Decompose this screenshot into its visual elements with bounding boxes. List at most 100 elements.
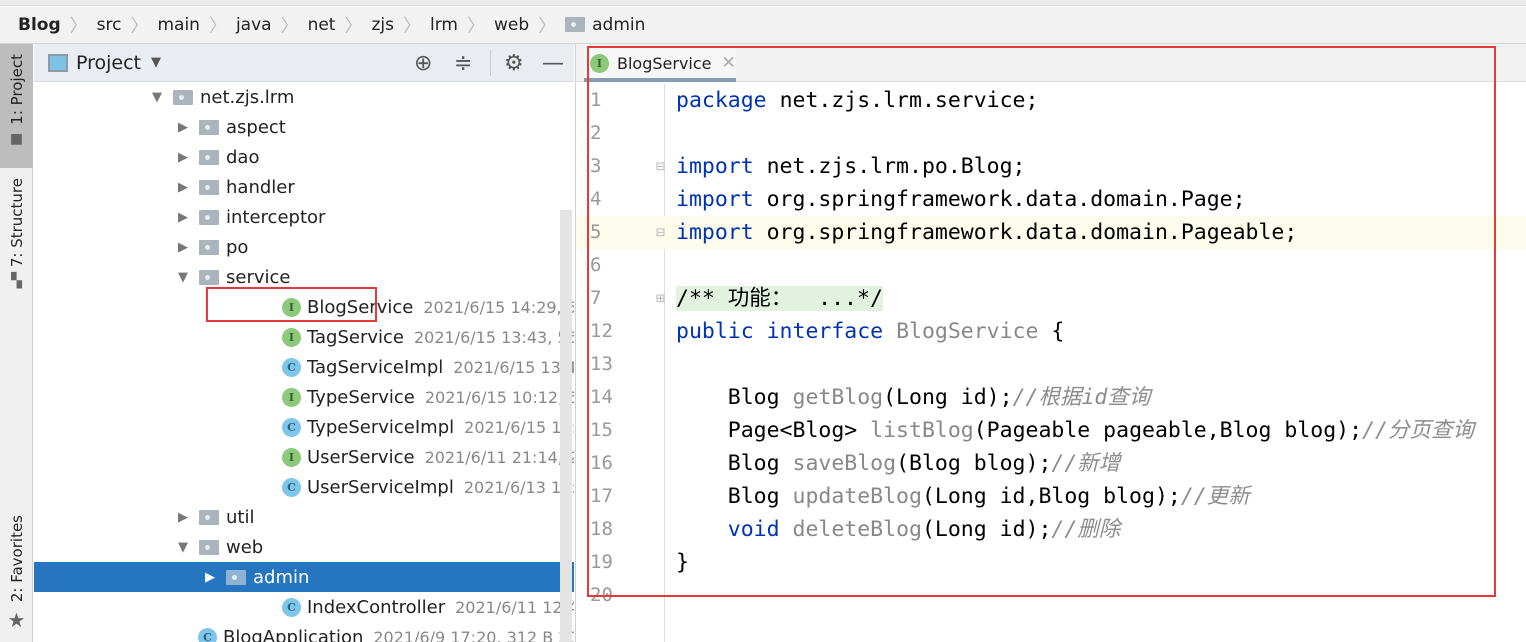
chevron-right-icon[interactable]: ▶ (178, 210, 188, 225)
chevron-down-icon[interactable]: ▼ (178, 540, 188, 555)
line-number: 18 (590, 518, 613, 540)
gear-icon[interactable]: ⚙ (504, 51, 524, 76)
breadcrumb-item[interactable]: lrm (430, 15, 458, 35)
line-number: 13 (590, 353, 613, 375)
code-line: 1 package net.zjs.lrm.service; (576, 84, 1526, 117)
tree-item[interactable]: C TypeServiceImpl 2021/6/15 10:16, 1.76 (34, 412, 574, 442)
file-meta: 2021/6/13 13:19, 681 B (463, 477, 574, 497)
tree-item-label: UserService (307, 446, 415, 468)
breadcrumb-label: net (307, 14, 336, 35)
code-line: 17 Blog updateBlog(Long id,Blog blog);//… (576, 480, 1526, 513)
tree-item[interactable]: ▶ interceptor (34, 202, 574, 232)
code-line: 3 ⊟ import net.zjs.lrm.po.Blog; (576, 150, 1526, 183)
tree-item[interactable]: C UserServiceImpl 2021/6/13 13:19, 681 B (34, 472, 574, 502)
tree-item-label: IndexController (307, 596, 446, 618)
code-token: deleteBlog (792, 517, 922, 542)
breadcrumb-item[interactable]: admin (565, 15, 645, 35)
chevron-down-icon[interactable]: ▼ (178, 270, 188, 285)
chevron-down-icon[interactable]: ▼ (152, 90, 162, 105)
project-view-icon (48, 53, 68, 72)
code-token: public interface (676, 319, 884, 344)
tree-item[interactable]: C IndexController 2021/6/11 12:41, 981 B (34, 592, 574, 622)
project-panel-title[interactable]: Project (76, 52, 141, 74)
breadcrumb-item[interactable]: java (236, 15, 272, 35)
tool-tab-project[interactable]: 1: Project ■ (0, 44, 33, 168)
chevron-down-icon[interactable]: ▼ (151, 55, 161, 70)
tab-blogservice[interactable]: I BlogService ✕ (584, 48, 736, 82)
tool-tab-label: 2: Favorites (7, 514, 26, 602)
tree-item[interactable]: I TypeService 2021/6/15 10:12, 551 B Tod (34, 382, 574, 412)
breadcrumb-item[interactable]: web (494, 15, 529, 35)
fold-icon[interactable]: ⊞ (656, 282, 665, 315)
locate-icon[interactable]: ⊕ (414, 51, 432, 76)
project-scrollbar[interactable] (560, 210, 572, 642)
close-icon[interactable]: ✕ (722, 53, 736, 73)
tree-item[interactable]: ▼ net.zjs.lrm (34, 82, 574, 112)
tool-tab-favorites[interactable]: 2: Favorites ★ (0, 514, 33, 642)
structure-icon: ▚ (11, 273, 22, 290)
fold-icon[interactable]: ⊟ (656, 150, 665, 183)
breadcrumb-item[interactable]: net (308, 15, 336, 35)
breadcrumb-item[interactable]: zjs (371, 15, 394, 35)
tree-item[interactable]: ▼ service (34, 262, 574, 292)
tree-item[interactable]: ▶ po (34, 232, 574, 262)
code-token: } (676, 550, 689, 575)
collapse-all-icon[interactable]: ≑ (454, 51, 472, 76)
editor: I BlogService ✕ 1 package net.zjs.lrm.ser… (575, 44, 1526, 642)
fold-icon[interactable]: ⊟ (656, 216, 665, 249)
breadcrumb-item[interactable]: main (157, 15, 199, 35)
tree-item[interactable]: ▶ dao (34, 142, 574, 172)
minimize-icon[interactable]: — (542, 51, 564, 76)
package-folder-icon (199, 179, 219, 195)
chevron-right-icon[interactable]: ▶ (178, 510, 188, 525)
chevron-right-icon: 〉 (344, 15, 363, 37)
chevron-right-icon[interactable]: ▶ (205, 570, 215, 585)
interface-icon: I (590, 53, 609, 73)
code-token: net.zjs.lrm.service; (779, 88, 1039, 113)
package-folder-icon (173, 89, 193, 105)
package-folder-icon (199, 209, 219, 225)
tree-item[interactable]: I TagService 2021/6/15 13:43, 563 B 17 mi (34, 322, 574, 352)
tree-item-label: handler (226, 176, 295, 198)
code-token: Blog (676, 385, 793, 410)
tree-item-label: aspect (226, 116, 286, 138)
code-token: /** 功能： ...*/ (676, 286, 883, 311)
tree-item[interactable]: ▼ web (34, 532, 574, 562)
tree-item[interactable]: C TagServiceImpl 2021/6/15 13:43, 1.64 kl (34, 352, 574, 382)
breadcrumb-label: web (493, 14, 530, 35)
code-line: 16 Blog saveBlog(Blog blog);//新增 (576, 447, 1526, 480)
tree-item[interactable]: ▶ admin (34, 562, 574, 592)
tree-item[interactable]: I UserService 2021/6/11 21:14, 230 B 2021 (34, 442, 574, 472)
line-number: 15 (590, 419, 613, 441)
breadcrumb-label: Blog (18, 14, 61, 35)
code-line: 18 void deleteBlog(Long id);//删除 (576, 513, 1526, 546)
code-token: package (676, 88, 780, 113)
line-number: 20 (590, 584, 613, 606)
code-line: 14 Blog getBlog(Long id);//根据id查询 (576, 381, 1526, 414)
tree-item[interactable]: ▶ aspect (34, 112, 574, 142)
tree-item-label: service (226, 266, 291, 288)
tab-label: BlogService (617, 53, 712, 73)
tool-tab-structure[interactable]: 7: Structure ▚ (0, 178, 33, 308)
code-token: org.springframework.data.domain.Page; (753, 187, 1246, 212)
breadcrumb-item[interactable]: src (97, 15, 122, 35)
tree-item-label: interceptor (226, 206, 326, 228)
tree-item[interactable]: C BlogApplication 2021/6/9 17:20, 312 B 20… (34, 622, 574, 642)
tool-window-stripe: 1: Project ■ 7: Structure ▚ 2: Favorites ★ (0, 44, 33, 642)
line-number: 12 (590, 320, 613, 342)
chevron-right-icon[interactable]: ▶ (178, 120, 188, 135)
breadcrumb-item[interactable]: Blog (18, 15, 61, 35)
chevron-right-icon: 〉 (538, 15, 557, 37)
interface-icon: I (282, 447, 301, 467)
class-icon: C (282, 477, 301, 497)
tree-item[interactable]: ▶ util (34, 502, 574, 532)
tree-item[interactable]: ▶ handler (34, 172, 574, 202)
chevron-right-icon[interactable]: ▶ (178, 180, 188, 195)
file-meta: 2021/6/15 13:43, 1.64 kl (453, 357, 574, 377)
code-token: import (676, 154, 754, 179)
tree-item[interactable]: I BlogService 2021/6/15 14:29, 501 B A mi (34, 292, 574, 322)
line-number: 14 (590, 386, 613, 408)
chevron-right-icon[interactable]: ▶ (178, 240, 188, 255)
chevron-right-icon[interactable]: ▶ (178, 150, 188, 165)
breadcrumb-label: admin (592, 14, 646, 35)
